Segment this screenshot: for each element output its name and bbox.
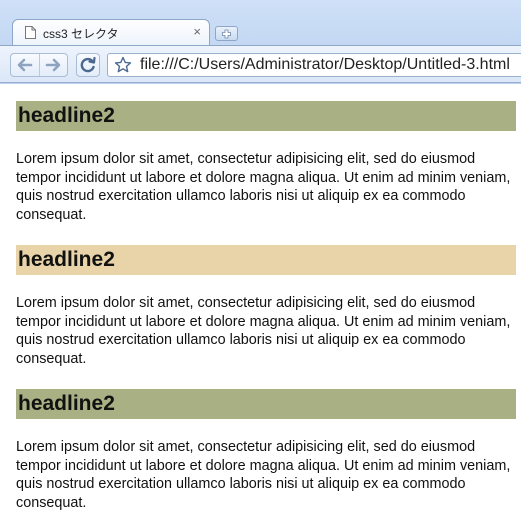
browser-chrome: css3 セレクタ × file:///C:/Users/Administrat… — [0, 0, 521, 84]
tab-title: css3 セレクタ — [43, 27, 119, 41]
content-section: headline2 Lorem ipsum dolor sit amet, co… — [16, 389, 516, 512]
toolbar: file:///C:/Users/Administrator/Desktop/U… — [0, 45, 521, 83]
browser-tab[interactable]: css3 セレクタ × — [12, 19, 210, 45]
new-tab-icon — [222, 29, 231, 39]
close-tab-icon[interactable]: × — [193, 24, 201, 40]
url-text: file:///C:/Users/Administrator/Desktop/U… — [140, 56, 510, 73]
tab-strip: css3 セレクタ × — [0, 0, 521, 45]
back-button[interactable] — [11, 54, 40, 76]
address-bar[interactable]: file:///C:/Users/Administrator/Desktop/U… — [107, 53, 521, 77]
navigation-buttons — [10, 53, 68, 77]
paragraph: Lorem ipsum dolor sit amet, consectetur … — [16, 295, 511, 367]
content-section: headline2 Lorem ipsum dolor sit amet, co… — [16, 101, 516, 224]
paragraph: Lorem ipsum dolor sit amet, consectetur … — [16, 151, 511, 223]
content-section: headline2 Lorem ipsum dolor sit amet, co… — [16, 245, 516, 368]
back-arrow-icon — [17, 58, 33, 72]
page-icon — [25, 26, 36, 39]
forward-arrow-icon — [45, 58, 61, 72]
forward-button[interactable] — [39, 54, 67, 76]
star-icon[interactable] — [114, 56, 132, 74]
headline: headline2 — [16, 389, 516, 419]
reload-button[interactable] — [76, 53, 100, 77]
page-content: headline2 Lorem ipsum dolor sit amet, co… — [0, 84, 521, 524]
reload-icon — [80, 56, 96, 73]
paragraph: Lorem ipsum dolor sit amet, consectetur … — [16, 439, 511, 511]
headline: headline2 — [16, 101, 516, 131]
new-tab-button[interactable] — [215, 26, 238, 41]
headline: headline2 — [16, 245, 516, 275]
